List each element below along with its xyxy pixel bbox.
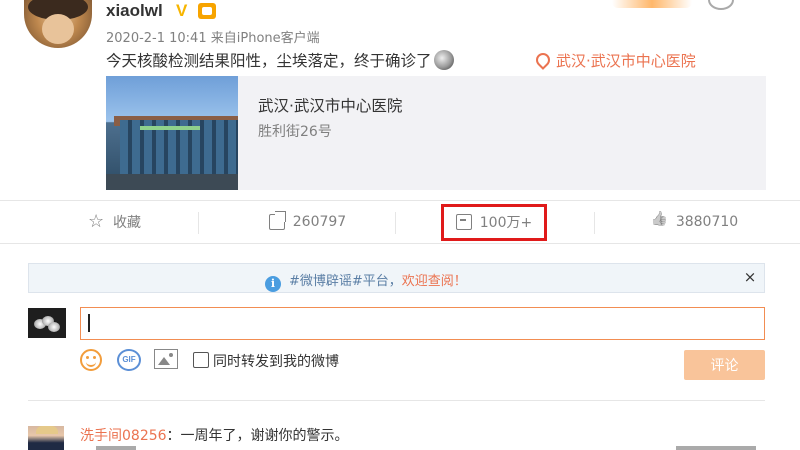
- like-icon: [652, 214, 668, 230]
- highlight-annotation: [441, 204, 547, 241]
- like-button[interactable]: 3880710: [620, 204, 770, 240]
- emoji-icon[interactable]: [80, 349, 102, 371]
- gif-icon[interactable]: GIF: [117, 349, 141, 371]
- divider: [0, 200, 800, 201]
- current-user-avatar[interactable]: [28, 308, 66, 338]
- comment-actions-placeholder: [676, 446, 756, 450]
- action-separator: [198, 212, 199, 234]
- close-icon[interactable]: ×: [741, 268, 759, 288]
- comment-avatar[interactable]: [28, 426, 64, 450]
- location-card-title: 武汉·武汉市中心医院: [258, 97, 403, 115]
- star-icon: [88, 211, 105, 232]
- submit-comment-button[interactable]: 评论: [684, 350, 765, 380]
- decoration-banner: [612, 0, 692, 8]
- repost-count: 260797: [292, 214, 347, 230]
- notice-link[interactable]: 欢迎查阅！: [402, 274, 467, 289]
- location-photo: [106, 76, 238, 190]
- divider: [28, 400, 765, 401]
- divider: [0, 243, 800, 244]
- action-separator: [594, 212, 595, 234]
- rumor-notice-bar: i #微博辟谣#平台，欢迎查阅！ ×: [28, 263, 765, 293]
- author-username[interactable]: xiaolwl: [106, 1, 163, 21]
- action-separator: [395, 212, 396, 234]
- comment-meta-placeholder: [96, 446, 136, 450]
- post-text: 今天核酸检测结果阳性，尘埃落定，终于确诊了: [106, 49, 454, 71]
- location-card-address: 胜利街26号: [258, 124, 332, 140]
- text-cursor: [88, 314, 90, 332]
- notice-topic[interactable]: #微博辟谣#平台，: [289, 274, 402, 289]
- post-source-prefix: 来自: [210, 31, 237, 46]
- post-meta: 2020-2-1 10:41 来自iPhone客户端: [106, 27, 320, 46]
- post-source[interactable]: iPhone客户端: [237, 31, 320, 46]
- repost-checkbox-label[interactable]: 同时转发到我的微博: [213, 351, 339, 371]
- comment-username[interactable]: 洗手间08256: [80, 428, 167, 444]
- share-icon: [268, 214, 285, 230]
- more-options-icon[interactable]: [708, 0, 734, 10]
- author-avatar[interactable]: [24, 0, 92, 48]
- repost-button[interactable]: 260797: [220, 204, 395, 240]
- post-body: 今天核酸检测结果阳性，尘埃落定，终于确诊了: [106, 52, 432, 70]
- comment-input[interactable]: [80, 307, 765, 340]
- location-tag-label: 武汉·武汉市中心医院: [556, 52, 696, 70]
- repost-checkbox[interactable]: [193, 352, 209, 368]
- favorite-label: 收藏: [113, 215, 141, 231]
- notice-text: i #微博辟谣#平台，欢迎查阅！: [265, 270, 467, 292]
- favorite-button[interactable]: 收藏: [40, 204, 190, 240]
- emoji-icon: [433, 50, 454, 70]
- location-card[interactable]: 武汉·武汉市中心医院 胜利街26号: [106, 76, 766, 190]
- location-tag[interactable]: 武汉·武汉市中心医院: [536, 50, 696, 71]
- like-count: 3880710: [675, 214, 739, 230]
- info-icon: i: [265, 276, 281, 292]
- comment-text: 一周年了，谢谢你的警示。: [180, 428, 349, 444]
- member-badge-icon[interactable]: [198, 3, 216, 19]
- comment-separator: ：: [166, 428, 181, 444]
- image-icon[interactable]: [154, 349, 178, 369]
- verified-badge-icon: V: [176, 1, 188, 20]
- post-date[interactable]: 2020-2-1 10:41: [106, 31, 207, 46]
- comment-item: 洗手间08256：一周年了，谢谢你的警示。: [80, 425, 349, 445]
- location-pin-icon: [536, 53, 548, 67]
